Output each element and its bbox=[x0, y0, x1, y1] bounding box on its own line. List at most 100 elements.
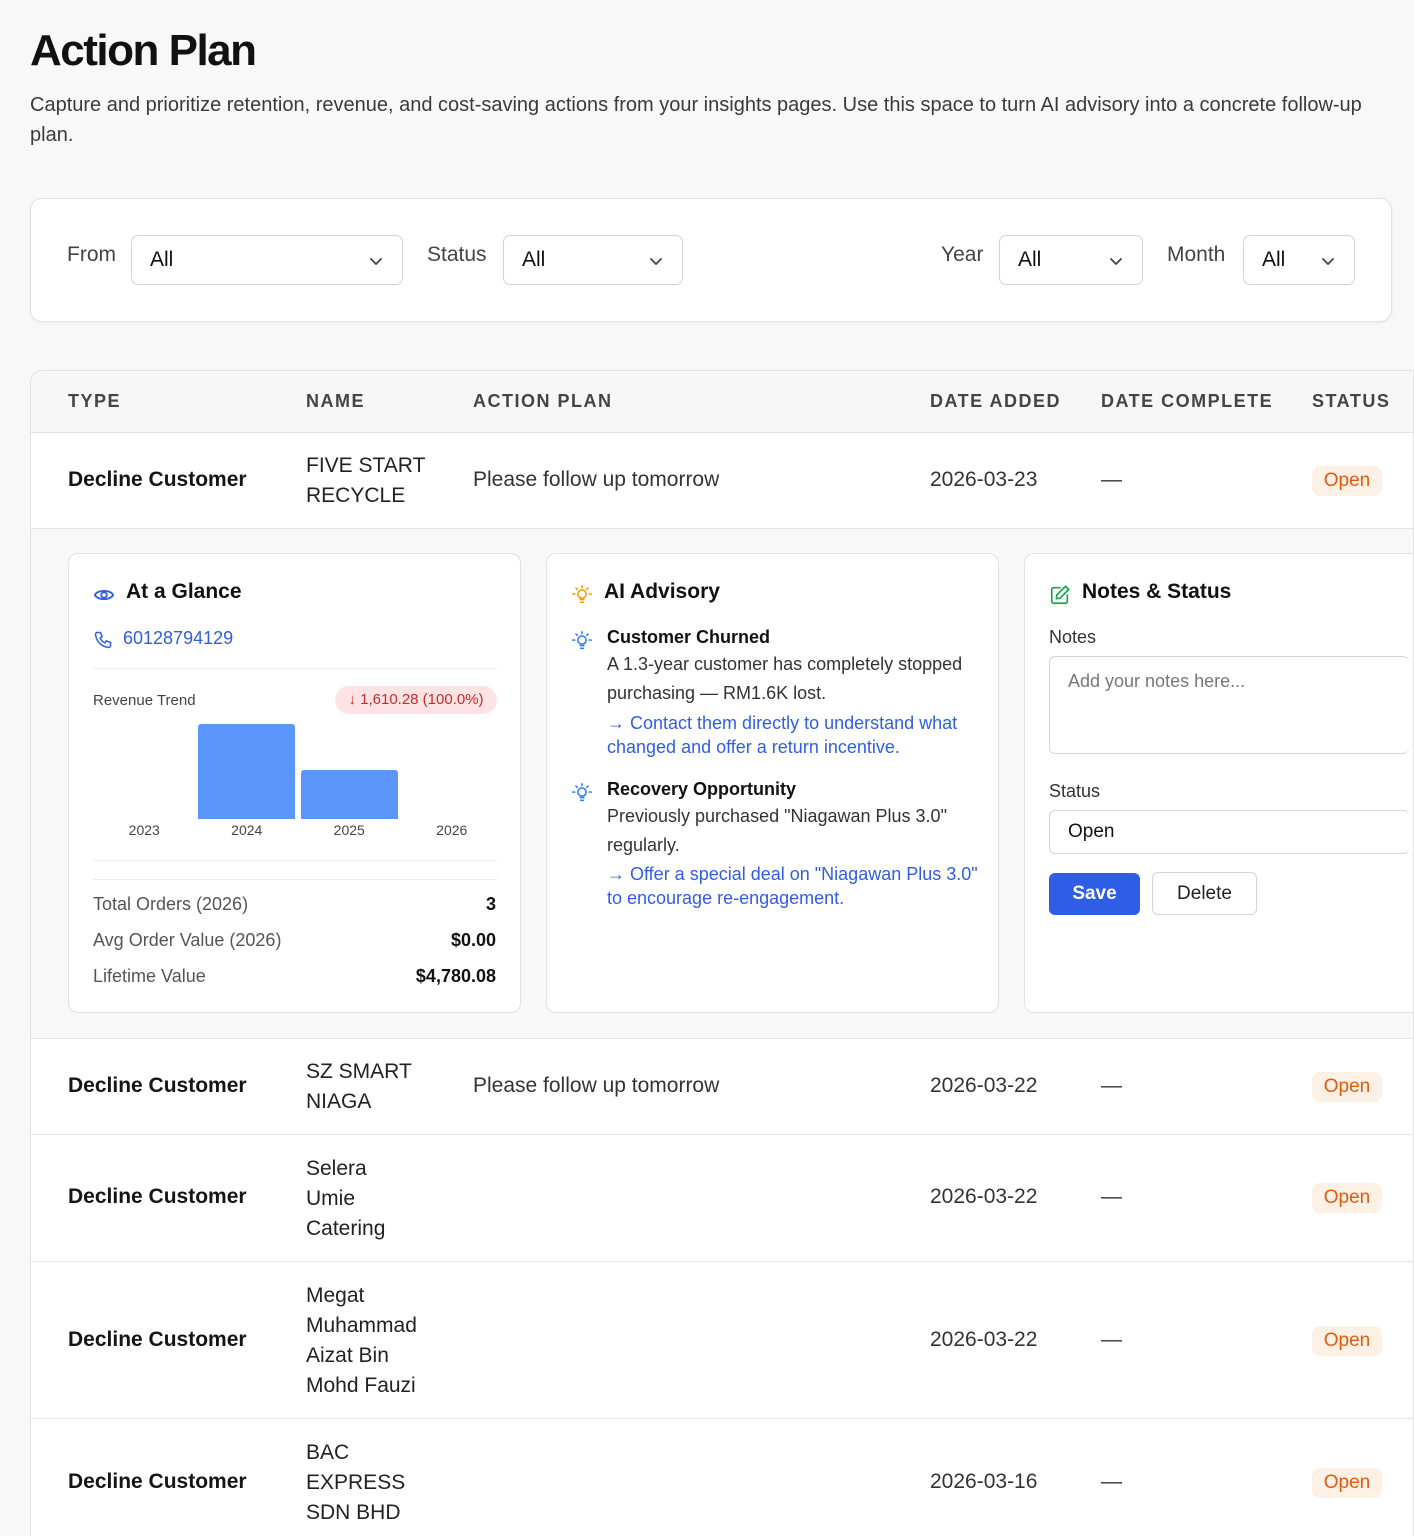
row-date-added: 2026-03-22 bbox=[930, 1328, 1038, 1351]
status-select-value: Open bbox=[1068, 821, 1115, 842]
notes-textarea[interactable]: Add your notes here... bbox=[1049, 656, 1409, 754]
table-row[interactable]: Decline Customer BAC EXPRESS SDN BHD 202… bbox=[31, 1419, 1413, 1536]
x-tick-label: 2024 bbox=[231, 822, 263, 838]
year-filter-value: All bbox=[1018, 248, 1042, 271]
edit-icon bbox=[1050, 585, 1070, 605]
eye-icon bbox=[93, 589, 115, 601]
row-name: Selera Umie Catering bbox=[306, 1157, 386, 1240]
status-filter-label: Status bbox=[427, 243, 487, 266]
header-name[interactable]: NAME bbox=[306, 391, 365, 412]
month-filter-select[interactable]: All bbox=[1243, 235, 1355, 285]
status-filter-select[interactable]: All bbox=[503, 235, 683, 285]
save-button[interactable]: Save bbox=[1049, 873, 1140, 915]
header-status[interactable]: STATUS bbox=[1312, 391, 1390, 412]
header-type[interactable]: TYPE bbox=[68, 391, 121, 412]
advisory-item-text: Previously purchased "Niagawan Plus 3.0"… bbox=[607, 806, 947, 855]
row-type: Decline Customer bbox=[68, 1185, 247, 1208]
row-date-complete: — bbox=[1101, 1074, 1122, 1097]
row-detail-panel: At a Glance 60128794129 Revenue Trend ↓ … bbox=[31, 529, 1413, 1039]
status-badge: Open bbox=[1312, 1183, 1382, 1213]
revenue-change-badge: ↓ 1,610.28 (100.0%) bbox=[335, 686, 497, 714]
status-label: Status bbox=[1049, 781, 1101, 801]
stat-value: $0.00 bbox=[450, 930, 496, 950]
divider bbox=[93, 879, 497, 880]
phone-link[interactable]: 60128794129 bbox=[123, 628, 233, 649]
row-action-plan: Please follow up tomorrow bbox=[473, 468, 720, 491]
revenue-trend-label: Revenue Trend bbox=[93, 692, 196, 709]
table-header: TYPE NAME ACTION PLAN DATE ADDED DATE CO… bbox=[31, 371, 1413, 433]
at-a-glance-card: At a Glance 60128794129 Revenue Trend ↓ … bbox=[68, 553, 521, 1013]
lightbulb-icon bbox=[572, 783, 592, 802]
table-row[interactable]: Decline Customer FIVE START RECYCLE Plea… bbox=[31, 433, 1413, 529]
notes-status-title: Notes & Status bbox=[1082, 580, 1232, 603]
header-date-added[interactable]: DATE ADDED bbox=[930, 391, 1061, 412]
row-name: BAC EXPRESS SDN BHD bbox=[306, 1441, 406, 1524]
row-date-complete: — bbox=[1101, 1185, 1122, 1208]
row-type: Decline Customer bbox=[68, 1328, 247, 1351]
header-date-complete[interactable]: DATE COMPLETE bbox=[1101, 391, 1273, 412]
chevron-down-icon bbox=[1322, 258, 1334, 265]
at-a-glance-title: At a Glance bbox=[126, 580, 242, 603]
revenue-bar-2024 bbox=[198, 724, 296, 819]
row-name: Megat Muhammad Aizat Bin Mohd Fauzi bbox=[306, 1284, 417, 1397]
advisory-item-text: A 1.3-year customer has completely stopp… bbox=[607, 654, 963, 703]
advisory-item-title: Recovery Opportunity bbox=[607, 779, 797, 799]
divider bbox=[93, 860, 497, 861]
filter-panel: From All Status All Year All Month All bbox=[30, 198, 1392, 322]
month-filter-label: Month bbox=[1167, 243, 1226, 266]
table-row[interactable]: Decline Customer Selera Umie Catering 20… bbox=[31, 1135, 1413, 1262]
table-row[interactable]: Decline Customer SZ SMART NIAGA Please f… bbox=[31, 1039, 1413, 1135]
action-plan-table: TYPE NAME ACTION PLAN DATE ADDED DATE CO… bbox=[30, 370, 1414, 1536]
row-date-complete: — bbox=[1101, 1470, 1122, 1493]
notes-status-card: Notes & Status Notes Add your notes here… bbox=[1024, 553, 1413, 1013]
row-type: Decline Customer bbox=[68, 1074, 247, 1097]
status-filter-value: All bbox=[522, 248, 546, 271]
notes-placeholder: Add your notes here... bbox=[1068, 671, 1246, 691]
row-type: Decline Customer bbox=[68, 1470, 247, 1493]
row-date-added: 2026-03-16 bbox=[930, 1470, 1038, 1493]
chevron-down-icon bbox=[1110, 258, 1122, 265]
status-badge: Open bbox=[1312, 1072, 1382, 1102]
row-date-complete: — bbox=[1101, 468, 1122, 491]
advisory-item-action[interactable]: → Offer a special deal on "Niagawan Plus… bbox=[607, 862, 982, 910]
stat-value: 3 bbox=[485, 894, 496, 914]
stat-label: Total Orders (2026) bbox=[93, 894, 249, 914]
status-badge: Open bbox=[1312, 1326, 1382, 1356]
advisory-item-action[interactable]: → Contact them directly to understand wh… bbox=[607, 711, 982, 759]
x-tick-label: 2025 bbox=[333, 822, 365, 838]
table-row[interactable]: Decline Customer Megat Muhammad Aizat Bi… bbox=[31, 1262, 1413, 1419]
row-date-added: 2026-03-22 bbox=[930, 1185, 1038, 1208]
notes-label: Notes bbox=[1049, 627, 1097, 647]
page-description: Capture and prioritize retention, revenu… bbox=[30, 94, 1362, 146]
page-title: Action Plan bbox=[30, 26, 257, 75]
from-filter-value: All bbox=[150, 248, 174, 271]
from-filter-select[interactable]: All bbox=[131, 235, 403, 285]
ai-advisory-card: AI Advisory Customer Churned A 1.3-year … bbox=[546, 553, 999, 1013]
x-tick-label: 2026 bbox=[436, 822, 468, 838]
divider bbox=[93, 668, 497, 669]
row-type: Decline Customer bbox=[68, 468, 247, 491]
lightbulb-icon bbox=[572, 631, 592, 650]
row-date-complete: — bbox=[1101, 1328, 1122, 1351]
row-name: SZ SMART NIAGA bbox=[306, 1060, 412, 1113]
status-select[interactable]: Open bbox=[1049, 810, 1409, 854]
row-date-added: 2026-03-23 bbox=[930, 468, 1038, 491]
advisory-item-title: Customer Churned bbox=[607, 627, 771, 647]
year-filter-select[interactable]: All bbox=[999, 235, 1143, 285]
header-action-plan[interactable]: ACTION PLAN bbox=[473, 391, 613, 412]
lightbulb-icon bbox=[572, 585, 592, 604]
chevron-down-icon bbox=[370, 258, 382, 265]
row-action-plan: Please follow up tomorrow bbox=[473, 1074, 720, 1097]
stat-label: Lifetime Value bbox=[93, 966, 206, 986]
revenue-bar-2025 bbox=[300, 770, 398, 819]
from-filter-label: From bbox=[67, 243, 116, 266]
chevron-down-icon bbox=[650, 258, 662, 265]
month-filter-value: All bbox=[1262, 248, 1286, 271]
phone-icon bbox=[94, 631, 112, 649]
stat-value: $4,780.08 bbox=[415, 966, 496, 986]
delete-button[interactable]: Delete bbox=[1152, 872, 1257, 915]
year-filter-label: Year bbox=[941, 243, 984, 266]
row-name: FIVE START RECYCLE bbox=[306, 454, 426, 507]
status-badge: Open bbox=[1312, 1468, 1382, 1498]
x-tick-label: 2023 bbox=[128, 822, 160, 838]
